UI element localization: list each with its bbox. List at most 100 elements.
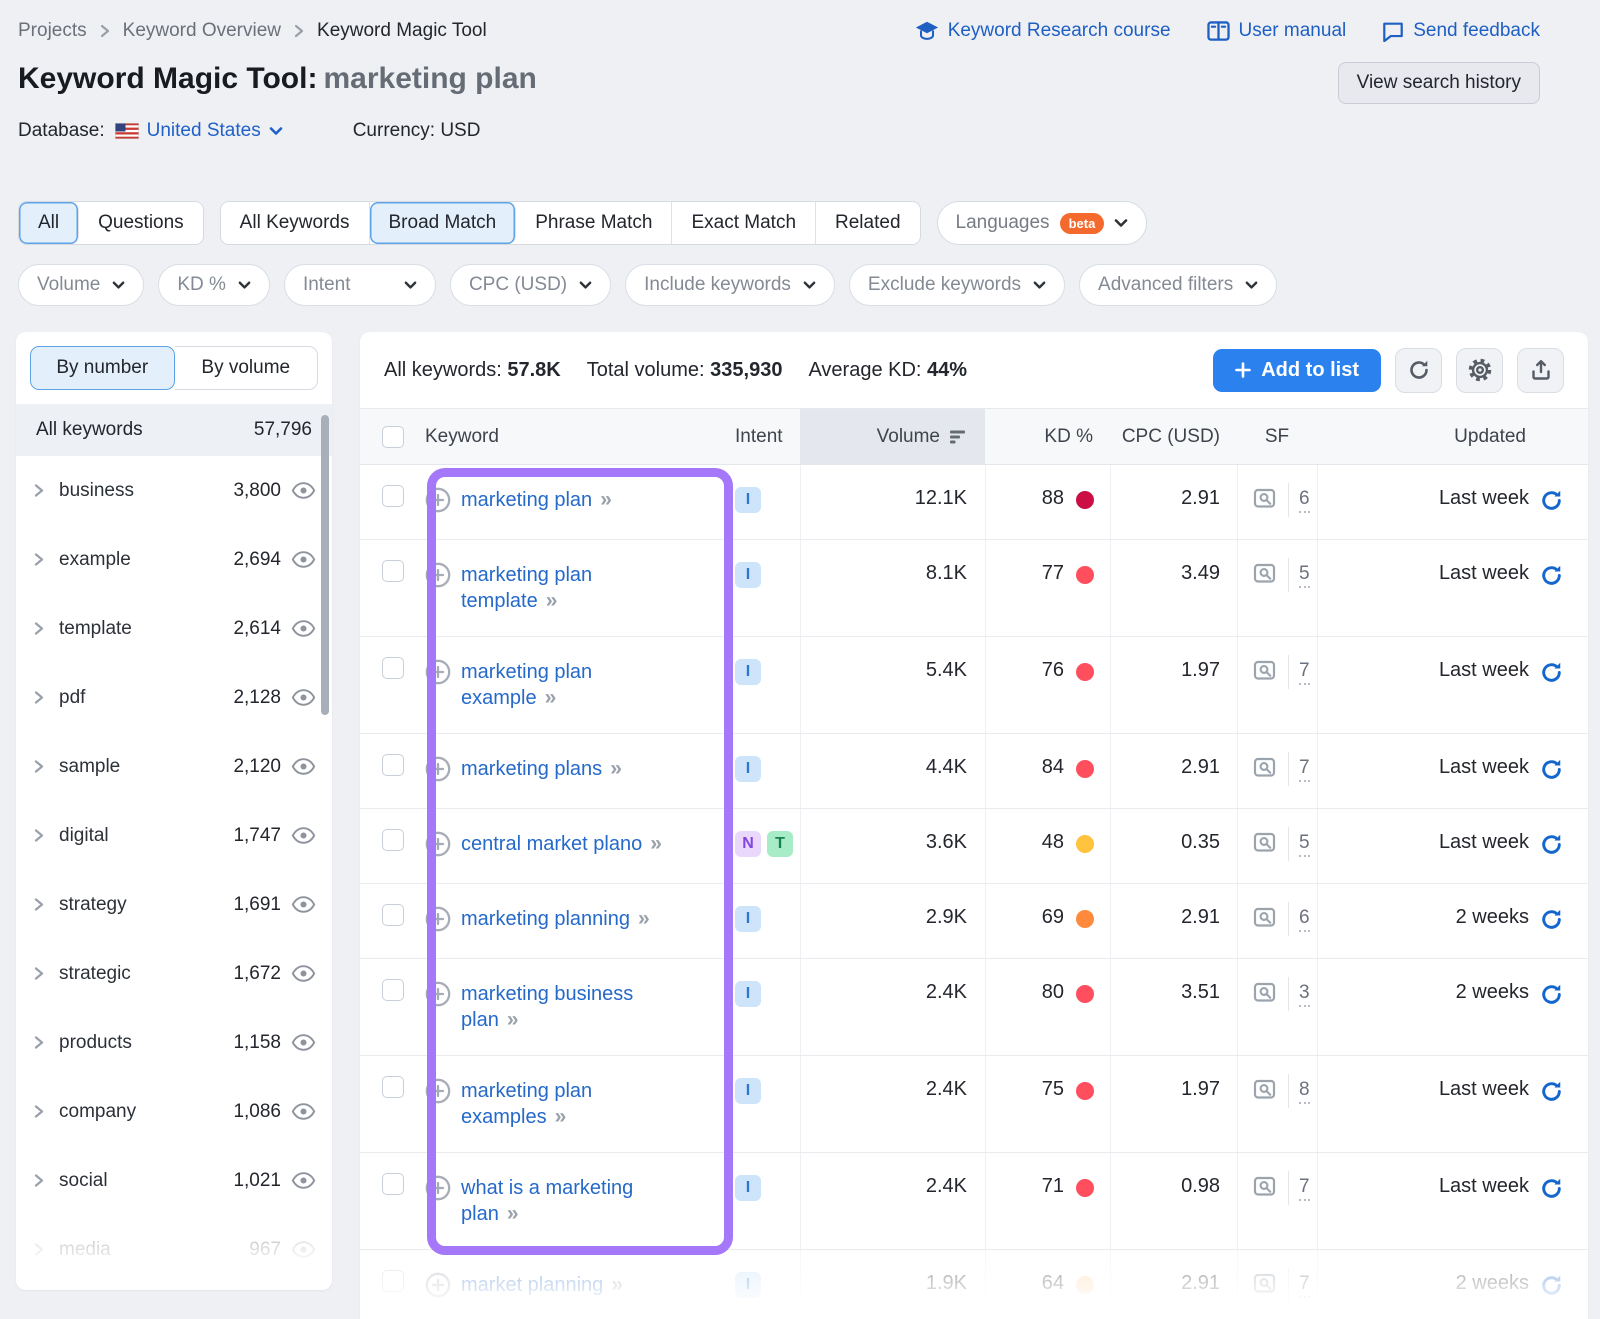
col-cpc[interactable]: CPC (USD) — [1110, 409, 1237, 464]
keyword-group-item[interactable]: example 2,694 — [16, 525, 332, 594]
keyword-link[interactable]: marketing plan example — [461, 661, 592, 709]
refresh-keyword-icon[interactable] — [1539, 832, 1564, 857]
sf-count[interactable]: 6 — [1299, 487, 1310, 513]
keyword-group-item[interactable]: products 1,158 — [16, 1008, 332, 1077]
tab-all-keywords[interactable]: All Keywords — [221, 202, 370, 244]
col-keyword[interactable]: Keyword — [425, 409, 735, 464]
cpc-filter[interactable]: CPC (USD) — [450, 264, 611, 306]
serp-preview-icon[interactable] — [1252, 659, 1278, 683]
serp-preview-icon[interactable] — [1252, 906, 1278, 930]
expand-keyword-icon[interactable]: » — [611, 1273, 623, 1296]
serp-preview-icon[interactable] — [1252, 981, 1278, 1005]
keyword-group-item[interactable]: sample 2,120 — [16, 732, 332, 801]
keyword-group-item[interactable]: social 1,021 — [16, 1146, 332, 1215]
sf-count[interactable]: 7 — [1299, 1272, 1310, 1298]
row-checkbox[interactable] — [382, 1173, 404, 1195]
add-keyword-icon[interactable] — [425, 1175, 451, 1201]
serp-preview-icon[interactable] — [1252, 1078, 1278, 1102]
eye-icon[interactable] — [291, 551, 316, 568]
languages-dropdown[interactable]: Languages beta — [937, 201, 1148, 245]
expand-keyword-icon[interactable]: » — [507, 1202, 519, 1225]
volume-filter[interactable]: Volume — [18, 264, 144, 306]
sort-by-volume-tab[interactable]: By volume — [175, 346, 319, 390]
eye-icon[interactable] — [291, 758, 316, 775]
sf-count[interactable]: 7 — [1299, 756, 1310, 782]
add-keyword-icon[interactable] — [425, 562, 451, 588]
add-to-list-button[interactable]: Add to list — [1213, 349, 1381, 392]
export-button[interactable] — [1517, 348, 1564, 393]
row-checkbox[interactable] — [382, 657, 404, 679]
row-checkbox[interactable] — [382, 560, 404, 582]
sidebar-scrollbar[interactable] — [321, 415, 329, 715]
keyword-link[interactable]: what is a marketing plan — [461, 1177, 633, 1225]
refresh-keyword-icon[interactable] — [1539, 907, 1564, 932]
refresh-keyword-icon[interactable] — [1539, 660, 1564, 685]
eye-icon[interactable] — [291, 482, 316, 499]
add-keyword-icon[interactable] — [425, 831, 451, 857]
serp-preview-icon[interactable] — [1252, 831, 1278, 855]
add-keyword-icon[interactable] — [425, 981, 451, 1007]
col-kd[interactable]: KD % — [985, 409, 1110, 464]
serp-preview-icon[interactable] — [1252, 1272, 1278, 1296]
eye-icon[interactable] — [291, 1103, 316, 1120]
row-checkbox[interactable] — [382, 754, 404, 776]
col-sf[interactable]: SF — [1237, 409, 1317, 464]
add-keyword-icon[interactable] — [425, 487, 451, 513]
select-all-checkbox[interactable] — [382, 426, 404, 448]
add-keyword-icon[interactable] — [425, 1272, 451, 1298]
user-manual-link[interactable]: User manual — [1207, 20, 1347, 42]
keyword-link[interactable]: marketing plan template — [461, 564, 592, 612]
add-keyword-icon[interactable] — [425, 659, 451, 685]
refresh-keyword-icon[interactable] — [1539, 563, 1564, 588]
keyword-link[interactable]: marketing plan — [461, 489, 592, 511]
tab-phrase-match[interactable]: Phrase Match — [516, 202, 672, 244]
col-intent[interactable]: Intent — [735, 409, 800, 464]
keyword-group-item[interactable]: media 967 — [16, 1215, 332, 1284]
tab-broad-match[interactable]: Broad Match — [370, 202, 517, 244]
all-keywords-group[interactable]: All keywords 57,796 — [16, 404, 332, 456]
col-volume[interactable]: Volume — [800, 409, 985, 464]
keyword-group-item[interactable]: pdf 2,128 — [16, 663, 332, 732]
settings-button[interactable] — [1456, 348, 1503, 393]
keyword-group-item[interactable]: strategic 1,672 — [16, 939, 332, 1008]
keyword-group-item[interactable]: strategy 1,691 — [16, 870, 332, 939]
tab-questions[interactable]: Questions — [79, 202, 203, 244]
keyword-group-item[interactable]: template 2,614 — [16, 594, 332, 663]
eye-icon[interactable] — [291, 620, 316, 637]
keyword-link[interactable]: marketing planning — [461, 908, 630, 930]
view-search-history-button[interactable]: View search history — [1338, 62, 1540, 104]
serp-preview-icon[interactable] — [1252, 756, 1278, 780]
sf-count[interactable]: 3 — [1299, 981, 1310, 1007]
row-checkbox[interactable] — [382, 1076, 404, 1098]
exclude-keywords-filter[interactable]: Exclude keywords — [849, 264, 1065, 306]
keyword-link[interactable]: marketing plan examples — [461, 1080, 592, 1128]
eye-icon[interactable] — [291, 1241, 316, 1258]
expand-keyword-icon[interactable]: » — [638, 907, 650, 930]
eye-icon[interactable] — [291, 1034, 316, 1051]
add-keyword-icon[interactable] — [425, 1078, 451, 1104]
row-checkbox[interactable] — [382, 829, 404, 851]
tab-related[interactable]: Related — [816, 202, 920, 244]
expand-keyword-icon[interactable]: » — [555, 1105, 567, 1128]
expand-keyword-icon[interactable]: » — [545, 686, 557, 709]
breadcrumb-keyword-overview[interactable]: Keyword Overview — [123, 20, 281, 42]
eye-icon[interactable] — [291, 827, 316, 844]
expand-keyword-icon[interactable]: » — [610, 757, 622, 780]
keyword-link[interactable]: marketing business plan — [461, 983, 633, 1031]
keyword-link[interactable]: central market plano — [461, 833, 642, 855]
keyword-group-item[interactable]: digital 1,747 — [16, 801, 332, 870]
expand-keyword-icon[interactable]: » — [546, 589, 558, 612]
expand-keyword-icon[interactable]: » — [650, 832, 662, 855]
keyword-research-course-link[interactable]: Keyword Research course — [915, 20, 1171, 42]
row-checkbox[interactable] — [382, 485, 404, 507]
refresh-keyword-icon[interactable] — [1539, 1176, 1564, 1201]
breadcrumb-projects[interactable]: Projects — [18, 20, 87, 42]
serp-preview-icon[interactable] — [1252, 487, 1278, 511]
tab-all[interactable]: All — [19, 202, 79, 244]
row-checkbox[interactable] — [382, 1270, 404, 1292]
expand-keyword-icon[interactable]: » — [600, 488, 612, 511]
refresh-keyword-icon[interactable] — [1539, 982, 1564, 1007]
keyword-group-item[interactable]: company 1,086 — [16, 1077, 332, 1146]
sf-count[interactable]: 7 — [1299, 659, 1310, 685]
keyword-link[interactable]: marketing plans — [461, 758, 602, 780]
